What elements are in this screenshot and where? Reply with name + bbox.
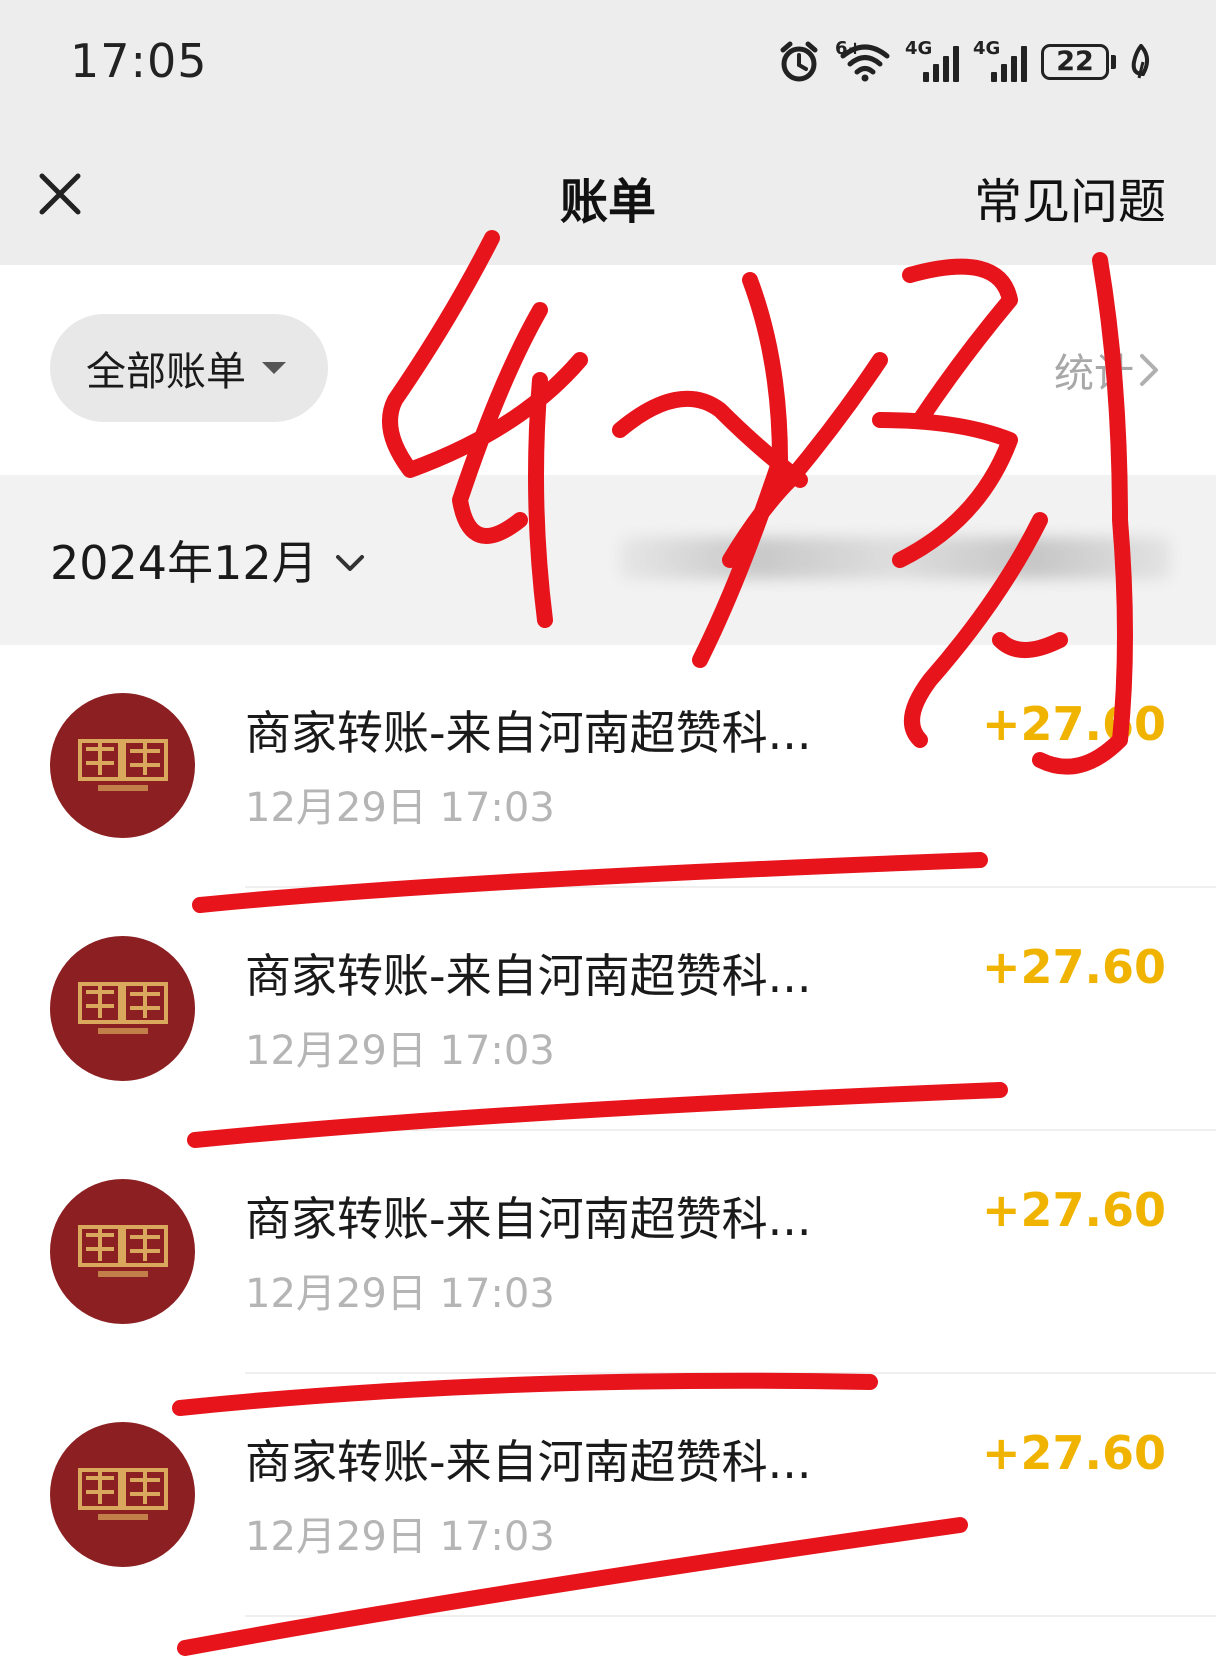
wifi-label: 6+ bbox=[835, 38, 863, 59]
month-selector[interactable]: 2024年12月 bbox=[50, 527, 366, 593]
battery-level: 22 bbox=[1041, 44, 1109, 80]
transaction-time: 12月29日 17:03 bbox=[245, 1028, 555, 1074]
status-time: 17:05 bbox=[70, 34, 208, 88]
transaction-title: 商家转账-来自河南超赞科... bbox=[245, 1192, 812, 1246]
signal-2-label: 4G bbox=[973, 38, 1001, 59]
top-area: 17:05 6+ 4G 4G 22 账单 常见问题 bbox=[0, 0, 1216, 265]
transaction-time: 12月29日 17:03 bbox=[245, 1514, 555, 1560]
transaction-title: 商家转账-来自河南超赞科... bbox=[245, 706, 812, 760]
leaf-icon bbox=[1131, 44, 1149, 79]
merchant-avatar bbox=[50, 1422, 195, 1567]
merchant-avatar bbox=[50, 693, 195, 838]
transaction-row[interactable]: 商家转账-来自河南超赞科... 12月29日 17:03 +27.60 bbox=[0, 888, 1216, 1131]
transaction-time: 12月29日 17:03 bbox=[245, 1271, 555, 1317]
filter-area: 全部账单 统计 bbox=[0, 265, 1216, 475]
chevron-right-icon bbox=[1140, 354, 1158, 386]
faq-button[interactable]: 常见问题 bbox=[974, 162, 1166, 232]
transaction-row[interactable]: 商家转账-来自河南超赞科... 12月29日 17:03 +27.60 bbox=[0, 1131, 1216, 1374]
wifi-indicator: 6+ bbox=[835, 38, 891, 82]
merchant-logo-icon bbox=[78, 1225, 168, 1277]
caret-down-icon bbox=[262, 362, 286, 374]
blurred-summary bbox=[620, 537, 1170, 579]
chevron-down-icon bbox=[335, 555, 364, 571]
stats-button[interactable]: 统计 bbox=[1054, 341, 1160, 399]
alarm-icon bbox=[780, 41, 818, 82]
month-label: 2024年12月 bbox=[50, 536, 318, 590]
month-bar: 2024年12月 bbox=[0, 475, 1216, 645]
transaction-list: 商家转账-来自河南超赞科... 12月29日 17:03 +27.60 商家转账… bbox=[0, 645, 1216, 1617]
merchant-avatar bbox=[50, 936, 195, 1081]
status-icons: 6+ 4G 4G 22 bbox=[777, 36, 1152, 88]
signal-indicator-2: 4G bbox=[973, 38, 1027, 82]
transaction-amount: +27.60 bbox=[981, 940, 1166, 994]
transaction-row[interactable]: 商家转账-来自河南超赞科... 12月29日 17:03 +27.60 bbox=[0, 1374, 1216, 1617]
transaction-row[interactable]: 商家转账-来自河南超赞科... 12月29日 17:03 +27.60 bbox=[0, 645, 1216, 888]
transaction-amount: +27.60 bbox=[981, 1183, 1166, 1237]
all-bills-label: 全部账单 bbox=[86, 349, 246, 395]
transaction-time: 12月29日 17:03 bbox=[245, 785, 555, 831]
transaction-amount: +27.60 bbox=[981, 697, 1166, 751]
signal-indicator-1: 4G bbox=[905, 38, 959, 82]
row-divider bbox=[245, 1615, 1216, 1617]
transaction-amount: +27.60 bbox=[981, 1426, 1166, 1480]
merchant-logo-icon bbox=[78, 982, 168, 1034]
transaction-title: 商家转账-来自河南超赞科... bbox=[245, 949, 812, 1003]
battery-icon: 22 bbox=[1041, 44, 1116, 80]
merchant-avatar bbox=[50, 1179, 195, 1324]
transaction-title: 商家转账-来自河南超赞科... bbox=[245, 1435, 812, 1489]
all-bills-filter[interactable]: 全部账单 bbox=[50, 314, 328, 422]
signal-1-label: 4G bbox=[905, 38, 933, 59]
stats-label: 统计 bbox=[1054, 351, 1134, 397]
merchant-logo-icon bbox=[78, 739, 168, 791]
merchant-logo-icon bbox=[78, 1468, 168, 1520]
